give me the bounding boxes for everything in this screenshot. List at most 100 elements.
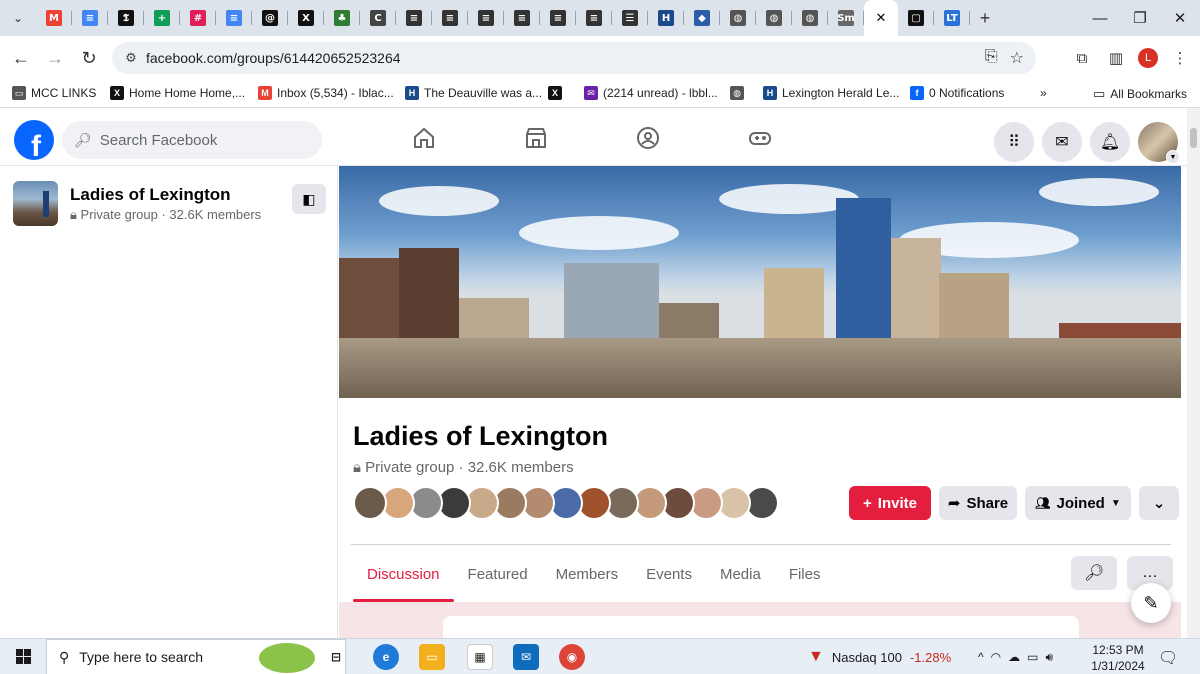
bookmark-item[interactable]: ✉ (2214 unread) - lbbl... <box>584 86 718 100</box>
group-thumbnail[interactable] <box>13 181 58 226</box>
site-settings-icon[interactable]: ⚙ <box>116 50 146 66</box>
more-options-chevron-icon[interactable]: ⌄ <box>1139 486 1179 520</box>
bookmark-item[interactable]: H The Deauville was a... <box>405 86 542 100</box>
reload-icon[interactable]: ↻ <box>72 41 106 75</box>
restore-icon[interactable]: ❐ <box>1120 0 1160 36</box>
messenger-icon[interactable]: ✉ <box>1042 122 1082 162</box>
taskbar-clock[interactable]: 12:53 PM 1/31/2024 <box>1088 642 1148 674</box>
invite-button[interactable]: + Invite <box>849 486 931 520</box>
bookmark-item[interactable]: ▭ MCC LINKS <box>12 86 96 100</box>
all-bookmarks-button[interactable]: ▭ All Bookmarks <box>1093 86 1187 102</box>
wifi-icon[interactable]: ◠ <box>991 650 1001 664</box>
new-message-compose-icon[interactable]: ✎ <box>1131 583 1171 623</box>
bookmark-star-icon[interactable]: ☆ <box>1010 48 1024 68</box>
mail-icon[interactable]: ✉ <box>513 644 539 670</box>
account-avatar[interactable]: ▼ <box>1138 122 1180 164</box>
browser-tab[interactable]: ◆ <box>684 0 720 36</box>
close-window-icon[interactable]: ✕ <box>1160 0 1200 36</box>
windows-start-icon[interactable] <box>0 639 46 674</box>
notification-center-icon[interactable]: 🗨︎ <box>1158 648 1178 668</box>
browser-tab[interactable]: ☰ <box>612 0 648 36</box>
bookmark-item[interactable]: M Inbox (5,534) - Iblac... <box>258 86 394 100</box>
volume-icon[interactable]: 🔊︎ <box>1045 650 1053 665</box>
browser-tab[interactable]: ≡ <box>540 0 576 36</box>
page-scrollbar[interactable] <box>1187 108 1200 638</box>
browser-tab[interactable]: @ <box>252 0 288 36</box>
joined-button[interactable]: 👥︎ Joined ▼ <box>1025 486 1131 520</box>
notifications-bell-icon[interactable]: 🔔︎ <box>1090 122 1130 162</box>
show-hidden-icons-icon[interactable]: ^ <box>978 650 984 664</box>
tab-files[interactable]: Files <box>775 556 835 602</box>
install-app-icon[interactable]: ⎘ <box>985 48 998 68</box>
microsoft-store-icon[interactable]: ▦ <box>467 644 493 670</box>
gaming-icon[interactable] <box>730 122 790 154</box>
extensions-icon[interactable]: ⧉ <box>1070 46 1094 70</box>
tab-events[interactable]: Events <box>632 556 706 602</box>
browser-tab[interactable]: X <box>288 0 324 36</box>
taskbar-search-input[interactable]: ⚲ Type here to search <box>46 639 346 674</box>
tab-members[interactable]: Members <box>542 556 633 602</box>
browser-tab[interactable]: 𝕿 <box>108 0 144 36</box>
tab-search-chevron-icon[interactable]: ⌄ <box>0 0 36 36</box>
member-avatar[interactable] <box>353 486 387 520</box>
browser-tab[interactable]: ≡ <box>216 0 252 36</box>
profile-avatar[interactable]: L <box>1138 48 1158 68</box>
browser-tab[interactable]: M <box>36 0 72 36</box>
browser-tab[interactable]: ≡ <box>576 0 612 36</box>
groups-icon[interactable] <box>618 122 678 154</box>
tab-discussion[interactable]: Discussion <box>353 556 454 602</box>
browser-tab[interactable]: Sm <box>828 0 864 36</box>
stock-ticker[interactable]: ▼ Nasdaq 100 -1.28% <box>808 639 951 674</box>
browser-tab[interactable]: ◍ <box>792 0 828 36</box>
task-view-icon[interactable]: ⊟ <box>323 644 349 670</box>
doc-icon: ≡ <box>442 10 458 26</box>
new-tab-button[interactable]: + <box>970 8 1000 29</box>
facebook-search-input[interactable]: 🔎︎ Search Facebook <box>62 121 322 159</box>
browser-tab[interactable]: C <box>360 0 396 36</box>
group-search-icon[interactable]: 🔎︎ <box>1071 556 1117 590</box>
browser-tab[interactable]: ◍ <box>756 0 792 36</box>
sidebar-group-name[interactable]: Ladies of Lexington <box>70 185 231 205</box>
bookmark-item[interactable]: ◍ <box>730 86 744 100</box>
bookmark-item[interactable]: X <box>548 86 562 100</box>
share-button[interactable]: ➦ Share <box>939 486 1017 520</box>
bookmark-item[interactable]: H Lexington Herald Le... <box>763 86 899 100</box>
tab-media[interactable]: Media <box>706 556 775 602</box>
browser-tab[interactable]: ≡ <box>468 0 504 36</box>
browser-tab[interactable]: ≡ <box>396 0 432 36</box>
minimize-icon[interactable]: — <box>1080 0 1120 36</box>
bookmark-item[interactable]: f 0 Notifications <box>910 86 1004 100</box>
marketplace-icon[interactable] <box>506 122 566 154</box>
bookmarks-overflow-button[interactable]: » <box>1040 86 1047 100</box>
browser-tab[interactable]: + <box>144 0 180 36</box>
home-icon[interactable] <box>394 122 454 154</box>
tab-featured[interactable]: Featured <box>454 556 542 602</box>
collapse-sidebar-icon[interactable]: ◧ <box>292 184 326 214</box>
browser-tab[interactable]: ≡ <box>504 0 540 36</box>
menu-grid-icon[interactable]: ⠿ <box>994 122 1034 162</box>
group-title[interactable]: Ladies of Lexington <box>353 421 608 452</box>
browser-tab[interactable]: ≡ <box>432 0 468 36</box>
onedrive-icon[interactable]: ☁ <box>1008 650 1020 664</box>
browser-tab[interactable]: # <box>180 0 216 36</box>
edge-icon[interactable]: e <box>373 644 399 670</box>
browser-tab[interactable]: ≡ <box>72 0 108 36</box>
file-explorer-icon[interactable]: ▭ <box>419 644 445 670</box>
browser-tab[interactable]: H <box>648 0 684 36</box>
bookmark-item[interactable]: X Home Home Home,... <box>110 86 245 100</box>
menu-kebab-icon[interactable]: ⋮ <box>1168 46 1192 70</box>
active-tab-facebook[interactable]: ✕ <box>864 0 898 36</box>
browser-tab[interactable]: ♣ <box>324 0 360 36</box>
browser-tab[interactable]: LT <box>934 0 970 36</box>
url-text[interactable]: facebook.com/groups/614420652523264 <box>146 50 401 66</box>
chrome-icon[interactable]: ◉ <box>559 644 585 670</box>
battery-icon[interactable]: ▭ <box>1027 650 1038 664</box>
address-bar[interactable]: ⚙ facebook.com/groups/614420652523264 ⎘ … <box>112 42 1036 74</box>
back-icon[interactable]: ← <box>4 41 38 75</box>
browser-tab[interactable]: ▢ <box>898 0 934 36</box>
browser-tab[interactable]: ◍ <box>720 0 756 36</box>
forward-icon[interactable]: → <box>38 41 72 75</box>
side-panel-icon[interactable]: ▥ <box>1104 46 1128 70</box>
facebook-logo[interactable]: f <box>14 120 54 160</box>
close-tab-icon[interactable]: ✕ <box>876 10 887 26</box>
